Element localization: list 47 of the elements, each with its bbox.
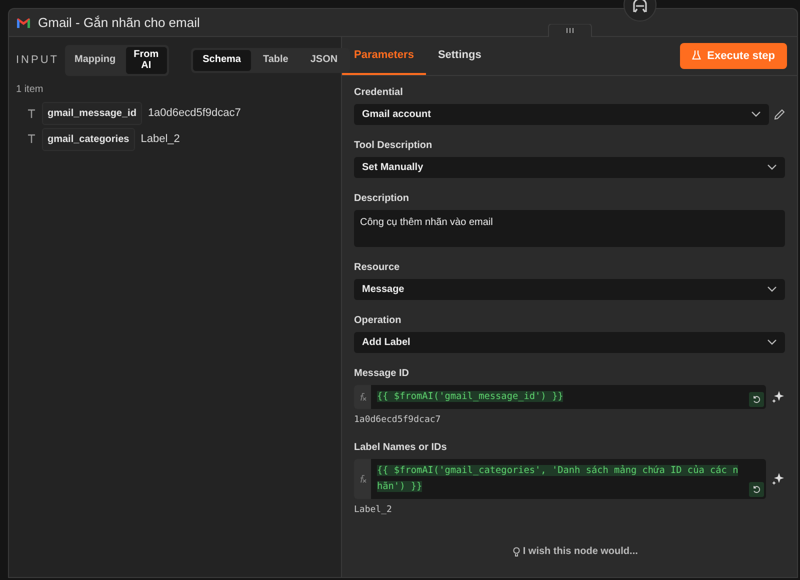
field-label: Label Names or IDs — [354, 441, 448, 455]
field-value: 1a0d6ecd5f9dcac7 — [148, 106, 241, 122]
result-preview: Label_2 — [354, 504, 393, 517]
reset-icon[interactable] — [748, 392, 764, 406]
chevron-down-icon — [767, 164, 777, 170]
field-name: gmail_categories — [42, 128, 136, 151]
chevron-down-icon — [767, 286, 777, 292]
field-label: Description — [354, 192, 410, 206]
view-tab[interactable]: Schema — [192, 50, 251, 71]
field-name: gmail_message_id — [42, 102, 142, 125]
function-icon — [358, 475, 367, 483]
chevron-down-icon — [767, 339, 777, 345]
pencil-icon[interactable] — [774, 108, 785, 120]
window-title: Gmail - Gắn nhãn cho email — [38, 14, 200, 32]
field-label: Tool Description — [354, 138, 434, 152]
panel-tab[interactable]: Settings — [426, 37, 494, 74]
item-count: 1 item — [16, 82, 44, 96]
select-field[interactable]: Set Manually — [354, 156, 785, 178]
lightbulb-icon — [513, 546, 520, 556]
expression-field[interactable]: {{ $fromAI('gmail_categories', 'Danh sách mảng chứa ID của các nhãn') }} — [354, 459, 766, 499]
field-value: Label_2 — [140, 132, 180, 147]
mode-option[interactable]: From AI — [126, 47, 167, 74]
drag-handle-icon[interactable] — [548, 24, 592, 37]
mode-option[interactable]: Mapping — [66, 47, 124, 74]
sparkle-icon[interactable] — [771, 390, 785, 404]
chevron-down-icon — [750, 111, 760, 117]
sparkle-icon[interactable] — [771, 472, 785, 486]
field-label: Message ID — [354, 366, 410, 380]
field-label: Operation — [354, 314, 402, 328]
panel-tab[interactable]: Parameters — [342, 37, 426, 74]
reset-icon[interactable] — [748, 482, 764, 497]
text-type-icon — [27, 134, 36, 144]
function-icon — [358, 392, 367, 400]
field-label: Resource — [354, 260, 401, 274]
expression-field[interactable]: {{ $fromAI('gmail_message_id') }} — [354, 384, 766, 408]
select-field[interactable]: Message — [354, 278, 785, 300]
field-label: Credential — [354, 86, 404, 100]
result-preview: 1a0d6ecd5f9dcac7 — [354, 414, 442, 426]
text-type-icon — [27, 108, 36, 118]
text-area[interactable]: Công cụ thêm nhãn vào email — [354, 210, 785, 246]
mail-icon — [16, 16, 31, 28]
flask-icon — [692, 50, 702, 60]
panel-heading: INPUT — [16, 53, 59, 68]
select-field[interactable]: Gmail account — [354, 104, 768, 124]
view-tab[interactable]: Table — [252, 50, 298, 71]
select-field[interactable]: Add Label — [354, 332, 785, 352]
feedback-link[interactable]: I wish this node would... — [522, 544, 638, 559]
